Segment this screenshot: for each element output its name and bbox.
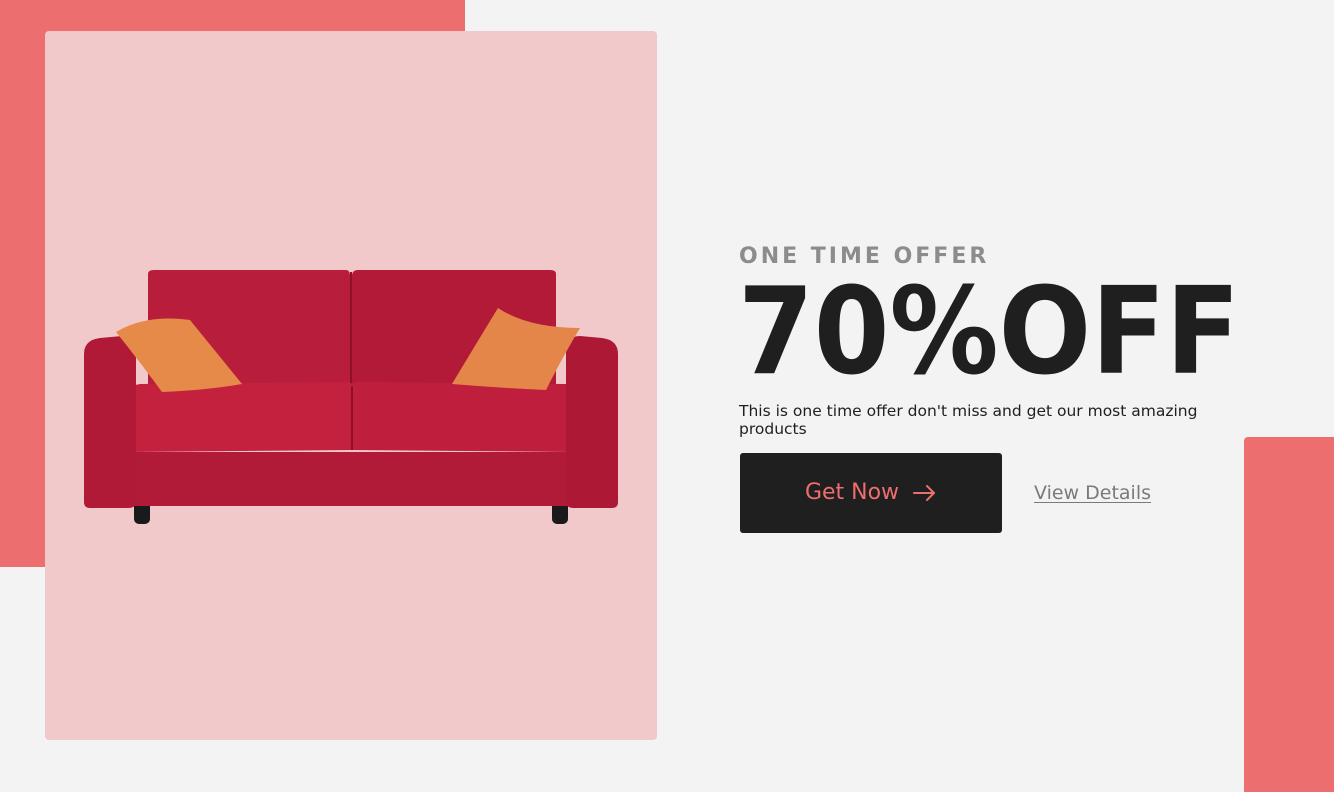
get-now-button[interactable]: Get Now [740, 453, 1002, 533]
offer-headline: 70%OFF [738, 270, 1240, 388]
offer-headline-text: 70%OFF [738, 270, 1240, 388]
offer-description: This is one time offer don't miss and ge… [739, 402, 1198, 438]
offer-eyebrow: ONE TIME OFFER [739, 244, 990, 269]
get-now-label: Get Now [804, 480, 900, 505]
arrow-right-icon [913, 485, 936, 501]
red-sofa-image [84, 270, 618, 524]
coral-accent-block [1244, 437, 1334, 792]
view-details-link[interactable]: View Details [1034, 481, 1151, 505]
